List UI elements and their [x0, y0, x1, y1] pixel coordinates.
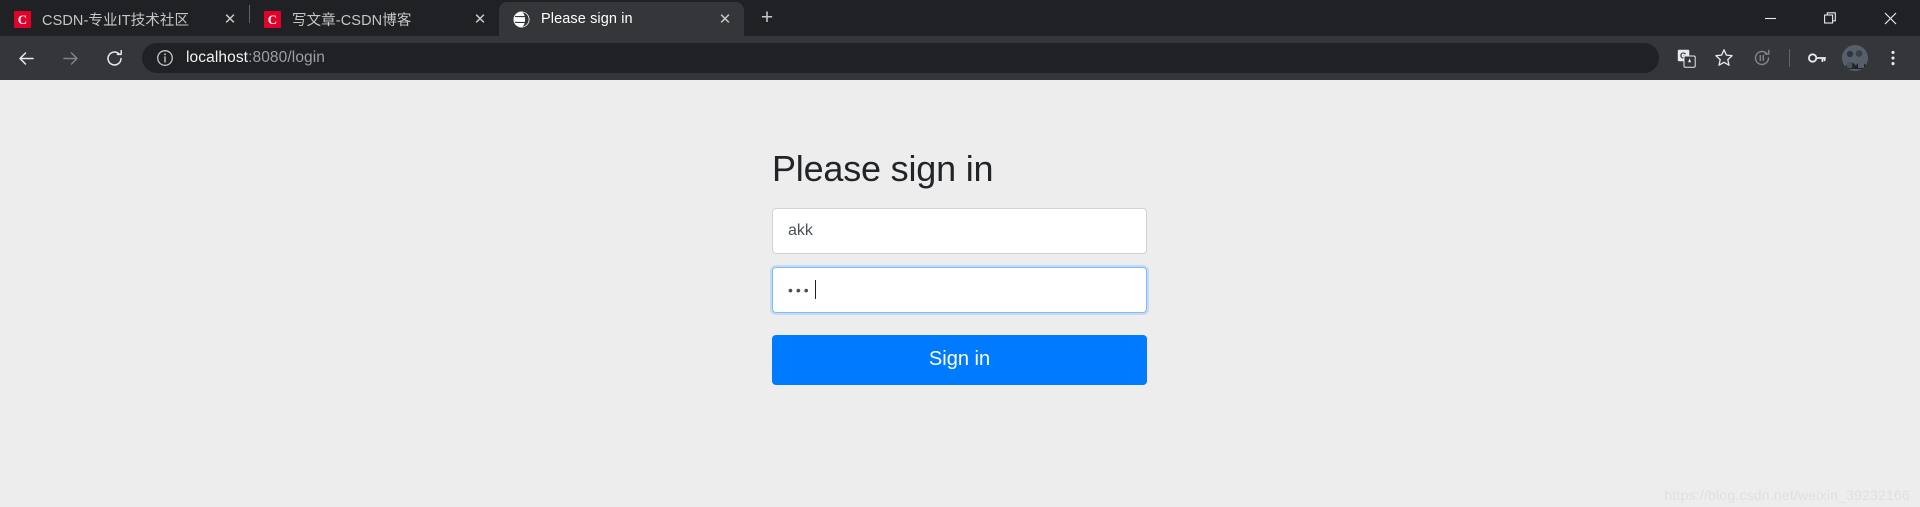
text-caret	[814, 280, 816, 300]
window-controls	[1740, 0, 1920, 36]
profile-avatar-image	[1842, 45, 1868, 71]
sign-in-form: Please sign in ••• Sign in	[772, 149, 1147, 385]
back-arrow-icon	[18, 51, 34, 65]
toolbar-divider	[1789, 49, 1790, 67]
minimize-button[interactable]	[1740, 0, 1800, 36]
tab-close-icon[interactable]: ✕	[467, 6, 493, 32]
tab-close-icon[interactable]: ✕	[712, 6, 738, 32]
browser-toolbar: localhost:8080/login G	[0, 36, 1920, 80]
browser-tab-csdn-write[interactable]: C 写文章-CSDN博客 ✕	[250, 2, 499, 36]
maximize-restore-button[interactable]	[1800, 0, 1860, 36]
close-icon	[1884, 12, 1896, 24]
page-info-circle-icon	[157, 50, 173, 66]
password-masked-value: •••	[788, 281, 812, 298]
restore-icon	[1823, 11, 1836, 24]
url-path: :8080/login	[248, 49, 326, 66]
new-tab-button[interactable]: +	[750, 1, 784, 35]
browser-tab-title: 写文章-CSDN博客	[292, 12, 412, 29]
translate-glyph-icon: G	[1677, 49, 1696, 68]
globe-favicon-glyph	[513, 11, 530, 27]
page-title: Please sign in	[772, 148, 994, 189]
address-bar-url: localhost:8080/login	[186, 49, 325, 67]
csdn-favicon-letter: C	[264, 10, 281, 28]
chrome-menu-icon[interactable]	[1876, 41, 1910, 75]
csdn-watermark: https://blog.csdn.net/weixin_39232166	[1664, 487, 1910, 503]
url-host: localhost	[186, 49, 249, 66]
tab-close-icon[interactable]: ✕	[217, 6, 243, 32]
chrome-menu-dots-icon	[1891, 50, 1895, 66]
csdn-favicon: C	[264, 10, 281, 28]
tab-list: C CSDN-专业IT技术社区 ✕ C 写文章-CSDN博客 ✕ Please …	[0, 0, 744, 36]
sign-in-button[interactable]: Sign in	[772, 334, 1147, 385]
minimize-icon	[1764, 17, 1776, 19]
browser-tab-title: Please sign in	[541, 11, 633, 27]
browser-tab-csdn-community[interactable]: C CSDN-专业IT技术社区 ✕	[0, 2, 249, 36]
password-key-glyph-icon	[1807, 53, 1827, 63]
reload-button[interactable]	[96, 40, 132, 76]
username-input[interactable]	[772, 207, 1147, 254]
reload-arrow-icon	[106, 49, 122, 66]
bookmark-star-icon[interactable]	[1707, 41, 1741, 75]
globe-favicon	[513, 11, 530, 28]
translate-icon[interactable]: G	[1669, 41, 1703, 75]
forward-button[interactable]	[52, 40, 88, 76]
browser-window: C CSDN-专业IT技术社区 ✕ C 写文章-CSDN博客 ✕ Please …	[0, 0, 1920, 507]
sync-paused-glyph-icon	[1754, 49, 1770, 66]
csdn-favicon: C	[14, 10, 31, 28]
bookmark-star-glyph-icon	[1715, 49, 1733, 66]
page-viewport: Please sign in ••• Sign in https://blog.…	[0, 80, 1920, 507]
password-input[interactable]: •••	[772, 266, 1147, 313]
browser-tab-title: CSDN-专业IT技术社区	[42, 12, 190, 29]
back-button[interactable]	[8, 40, 44, 76]
forward-arrow-icon	[62, 51, 78, 65]
sync-paused-icon[interactable]	[1745, 41, 1779, 75]
profile-avatar[interactable]	[1842, 45, 1868, 71]
browser-tab-please-sign-in[interactable]: Please sign in ✕	[499, 2, 744, 36]
password-key-icon[interactable]	[1800, 41, 1834, 75]
page-info-icon[interactable]	[156, 49, 174, 67]
tab-strip: C CSDN-专业IT技术社区 ✕ C 写文章-CSDN博客 ✕ Please …	[0, 0, 1920, 36]
close-window-button[interactable]	[1860, 0, 1920, 36]
address-bar[interactable]: localhost:8080/login	[142, 43, 1659, 73]
csdn-favicon-letter: C	[14, 10, 31, 28]
